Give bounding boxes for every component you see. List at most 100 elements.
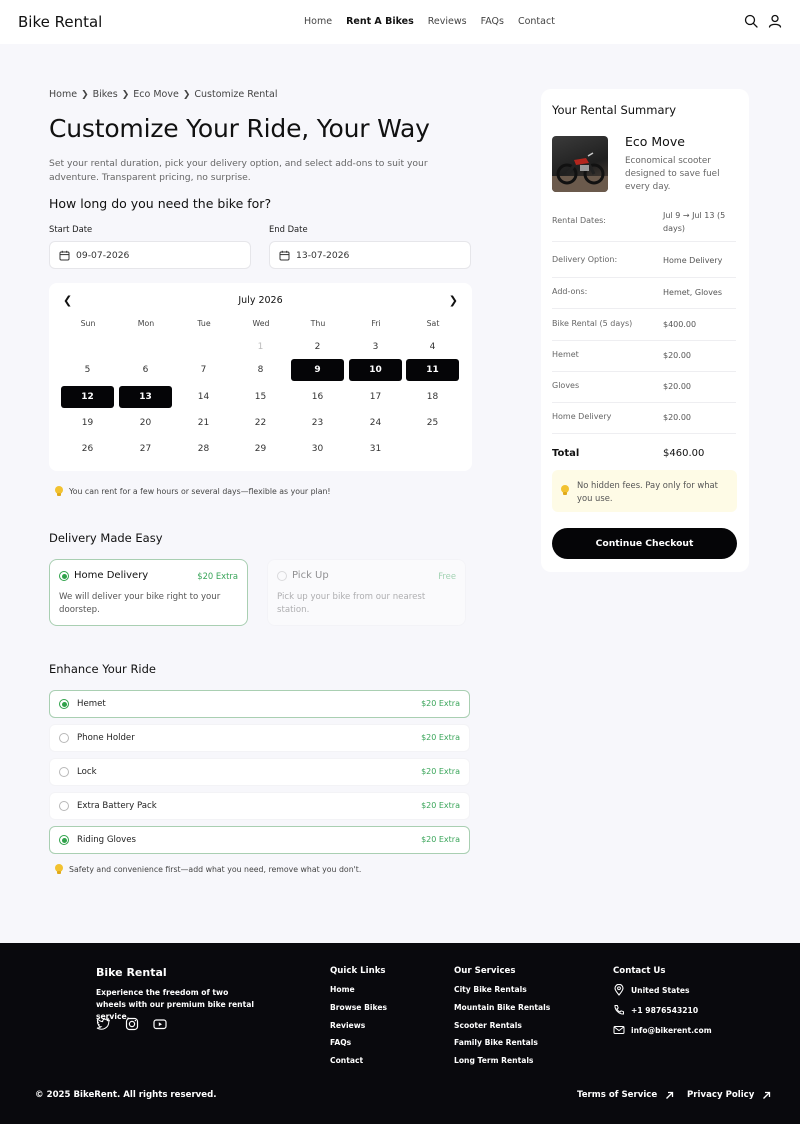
- addon-price: $20 Extra: [421, 699, 460, 708]
- calendar-month: July 2026: [238, 295, 283, 306]
- contact-phone-text: +1 9876543210: [631, 1005, 699, 1015]
- calendar-day[interactable]: 13: [119, 386, 172, 408]
- radio-unselected[interactable]: [59, 801, 69, 811]
- calendar-day[interactable]: 10: [349, 359, 402, 381]
- calendar-day[interactable]: 31: [349, 438, 402, 460]
- addon-lock[interactable]: Lock $20 Extra: [49, 758, 470, 786]
- calendar-day[interactable]: 20: [119, 412, 172, 434]
- calendar-day[interactable]: 14: [177, 386, 230, 408]
- nav-contact[interactable]: Contact: [518, 16, 555, 27]
- calendar-day[interactable]: 12: [61, 386, 114, 408]
- summary-key: Bike Rental (5 days): [552, 319, 633, 328]
- addon-riding-gloves[interactable]: Riding Gloves $20 Extra: [49, 826, 470, 854]
- bike-description: Economical scooter designed to save fuel…: [625, 156, 720, 192]
- calendar-day[interactable]: 21: [177, 412, 230, 434]
- radio-selected[interactable]: [59, 571, 69, 581]
- weekday-label: Sun: [80, 319, 96, 328]
- contact-title: Contact Us: [613, 966, 666, 976]
- calendar-day[interactable]: 7: [177, 359, 230, 381]
- addon-helmet[interactable]: Hemet $20 Extra: [49, 690, 470, 718]
- motorbike-image: [552, 152, 608, 192]
- calendar-day[interactable]: 28: [177, 438, 230, 460]
- calendar-day[interactable]: 2: [291, 336, 344, 358]
- addon-phone-holder[interactable]: Phone Holder $20 Extra: [49, 724, 470, 752]
- terms-link[interactable]: Terms of Service: [577, 1090, 674, 1100]
- calendar-day[interactable]: 6: [119, 359, 172, 381]
- user-icon[interactable]: [768, 14, 782, 28]
- addon-extra-battery[interactable]: Extra Battery Pack $20 Extra: [49, 792, 470, 820]
- summary-key: Rental Dates:: [552, 216, 606, 225]
- brand-logo[interactable]: Bike Rental: [18, 13, 102, 31]
- calendar-day[interactable]: 24: [349, 412, 402, 434]
- calendar-day[interactable]: 25: [406, 412, 459, 434]
- addon-price: $20 Extra: [421, 835, 460, 844]
- calendar-day[interactable]: 23: [291, 412, 344, 434]
- twitter-icon[interactable]: [96, 1017, 110, 1031]
- end-date-input[interactable]: 13-07-2026: [269, 241, 471, 269]
- calendar-day[interactable]: 9: [291, 359, 344, 381]
- calendar-day[interactable]: 5: [61, 359, 114, 381]
- nav-faqs[interactable]: FAQs: [481, 16, 504, 27]
- weekday-label: Tue: [197, 319, 211, 328]
- delivery-option-home[interactable]: Home Delivery $20 Extra We will deliver …: [49, 559, 248, 626]
- search-icon[interactable]: [744, 14, 758, 28]
- calendar-day[interactable]: 19: [61, 412, 114, 434]
- youtube-icon[interactable]: [153, 1017, 167, 1031]
- calendar-day[interactable]: 18: [406, 386, 459, 408]
- privacy-link[interactable]: Privacy Policy: [687, 1090, 771, 1100]
- radio-unselected[interactable]: [59, 767, 69, 777]
- nav-home[interactable]: Home: [304, 16, 332, 27]
- calendar-day[interactable]: 17: [349, 386, 402, 408]
- calendar-icon: [59, 250, 70, 260]
- continue-checkout-button[interactable]: Continue Checkout: [552, 528, 737, 559]
- addon-name: Lock: [77, 767, 97, 777]
- calendar-day[interactable]: 4: [406, 336, 459, 358]
- next-month-icon[interactable]: ❯: [449, 294, 458, 307]
- calendar-day[interactable]: 3: [349, 336, 402, 358]
- footer-service-link[interactable]: Family Bike Rentals: [454, 1038, 538, 1047]
- delivery-option-pickup[interactable]: Pick Up Free Pick up your bike from our …: [267, 559, 466, 626]
- instagram-icon[interactable]: [125, 1017, 139, 1031]
- footer-link-browse-bikes[interactable]: Browse Bikes: [330, 1003, 387, 1012]
- calendar-day[interactable]: 22: [234, 412, 287, 434]
- no-hidden-fees-note: No hidden fees. Pay only for what you us…: [552, 470, 737, 512]
- calendar-day[interactable]: 26: [61, 438, 114, 460]
- nav-reviews[interactable]: Reviews: [428, 16, 467, 27]
- breadcrumb-home[interactable]: Home: [49, 89, 77, 100]
- location-pin-icon: [614, 984, 624, 996]
- breadcrumb-eco-move[interactable]: Eco Move: [133, 89, 179, 100]
- radio-selected[interactable]: [59, 835, 69, 845]
- lightbulb-icon: [55, 486, 63, 497]
- footer-link-reviews[interactable]: Reviews: [330, 1021, 365, 1030]
- breadcrumb-bikes[interactable]: Bikes: [93, 89, 118, 100]
- delivery-heading: Delivery Made Easy: [49, 531, 163, 545]
- radio-selected[interactable]: [59, 699, 69, 709]
- calendar-day[interactable]: 1: [234, 336, 287, 358]
- calendar-day[interactable]: 15: [234, 386, 287, 408]
- footer-service-link[interactable]: Scooter Rentals: [454, 1021, 522, 1030]
- footer-link-home[interactable]: Home: [330, 985, 355, 994]
- calendar-day[interactable]: 29: [234, 438, 287, 460]
- calendar-day[interactable]: 8: [234, 359, 287, 381]
- chevron-right-icon: ❯: [182, 89, 191, 100]
- radio-unselected[interactable]: [277, 571, 287, 581]
- footer-service-link[interactable]: City Bike Rentals: [454, 985, 527, 994]
- footer-service-link[interactable]: Mountain Bike Rentals: [454, 1003, 550, 1012]
- footer-link-faqs[interactable]: FAQs: [330, 1038, 351, 1047]
- chevron-right-icon: ❯: [81, 89, 89, 100]
- summary-row: Home Delivery $20.00: [552, 403, 736, 434]
- summary-title: Your Rental Summary: [552, 103, 677, 117]
- footer-link-contact[interactable]: Contact: [330, 1056, 363, 1065]
- calendar-day[interactable]: 30: [291, 438, 344, 460]
- privacy-text: Privacy Policy: [687, 1090, 755, 1100]
- nav-rent-a-bikes[interactable]: Rent A Bikes: [346, 16, 414, 27]
- footer-service-link[interactable]: Long Term Rentals: [454, 1056, 533, 1065]
- calendar-day[interactable]: 16: [291, 386, 344, 408]
- summary-key: Delivery Option:: [552, 255, 618, 264]
- calendar-day[interactable]: 11: [406, 359, 459, 381]
- contact-email[interactable]: info@bikerent.com: [613, 1024, 712, 1036]
- radio-unselected[interactable]: [59, 733, 69, 743]
- contact-phone[interactable]: +1 9876543210: [613, 1004, 698, 1016]
- calendar-day[interactable]: 27: [119, 438, 172, 460]
- start-date-input[interactable]: 09-07-2026: [49, 241, 251, 269]
